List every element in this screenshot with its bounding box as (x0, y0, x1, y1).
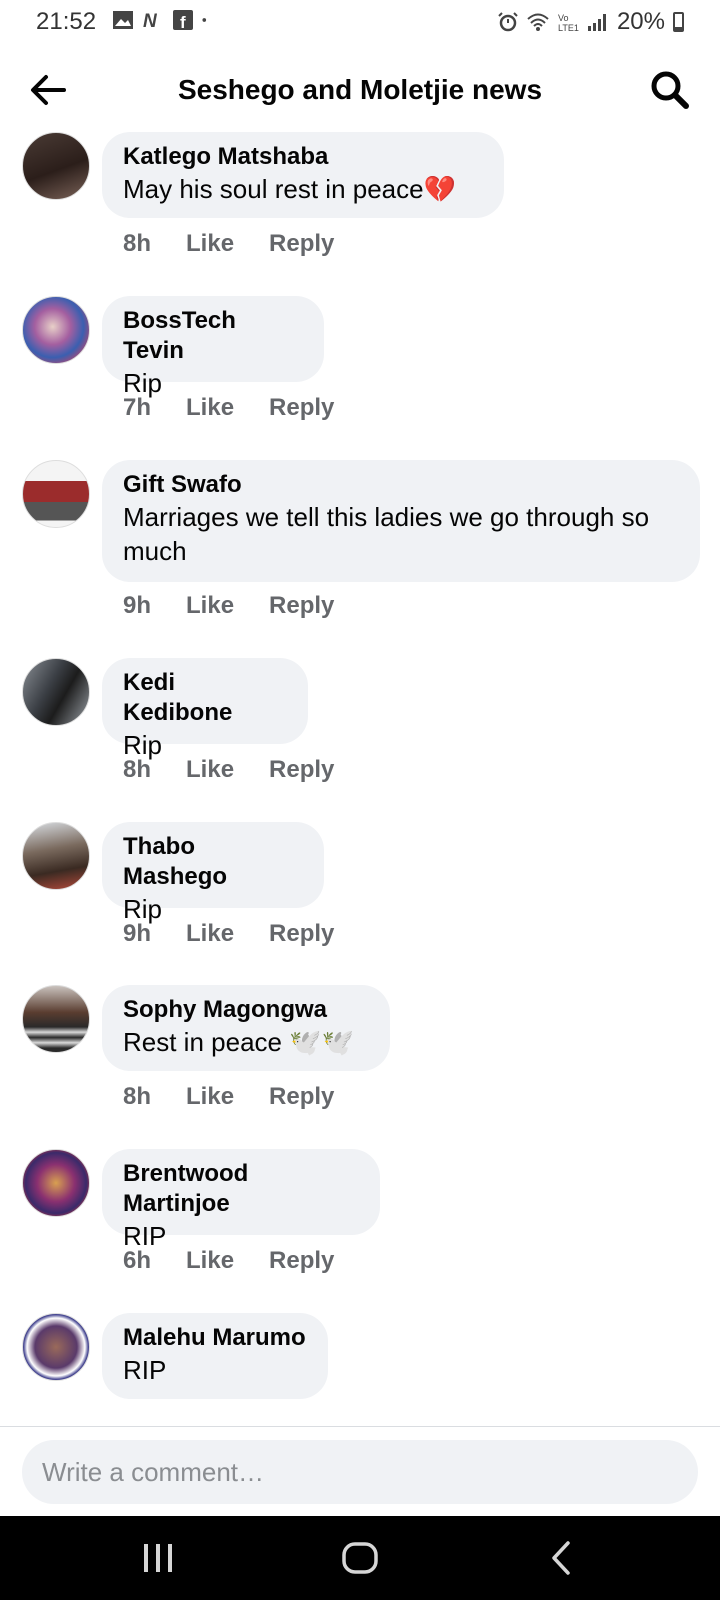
svg-text:f: f (180, 13, 186, 30)
reply-button[interactable]: Reply (269, 920, 334, 948)
comment-author[interactable]: Sophy Magongwa (123, 995, 368, 1025)
comment-actions: 7h Like Reply (123, 394, 334, 422)
comment-bubble[interactable]: Thabo Mashego Rip (102, 822, 324, 924)
gallery-icon (113, 11, 133, 29)
signal-icon (587, 14, 606, 31)
comment-bubble[interactable]: BossTech Tevin Rip (102, 296, 324, 398)
comment-actions: 8h Like Reply (123, 230, 334, 258)
like-button[interactable]: Like (186, 394, 234, 422)
reply-button[interactable]: Reply (269, 592, 334, 620)
comment-input[interactable] (22, 1440, 698, 1504)
comment-author[interactable]: Kedi Kedibone (123, 668, 286, 728)
avatar[interactable] (22, 296, 90, 364)
comment-actions: 9h Like Reply (123, 920, 334, 948)
status-bar: 21:52 N f Vo LTE1 20% (0, 0, 720, 46)
back-icon[interactable] (542, 1538, 582, 1578)
comment-author[interactable]: Gift Swafo (123, 470, 678, 500)
facebook-icon: f (173, 10, 193, 30)
status-time: 21:52 (36, 8, 97, 35)
search-icon[interactable] (650, 70, 690, 110)
reply-button[interactable]: Reply (269, 230, 334, 258)
like-button[interactable]: Like (186, 920, 234, 948)
reply-button[interactable]: Reply (269, 1247, 334, 1275)
composer-divider (0, 1426, 720, 1427)
comment-text: May his soul rest in peace💔 (123, 174, 456, 204)
battery-icon (673, 12, 684, 32)
top-app-bar: Seshego and Moletjie news (0, 62, 720, 118)
like-button[interactable]: Like (186, 1083, 234, 1111)
comment-time: 6h (123, 1247, 152, 1274)
comment-bubble[interactable]: Gift Swafo Marriages we tell this ladies… (102, 460, 700, 582)
comment-author[interactable]: BossTech Tevin (123, 306, 302, 366)
comment-bubble[interactable]: Katlego Matshaba May his soul rest in pe… (102, 132, 504, 218)
comment-bubble[interactable]: Kedi Kedibone Rip (102, 658, 308, 760)
comment-time: 8h (123, 756, 152, 783)
svg-text:N: N (143, 11, 158, 30)
volte-icon: VoLTE1 (558, 13, 579, 32)
comments-list[interactable]: Katlego Matshaba May his soul rest in pe… (0, 130, 720, 1426)
system-nav-bar (0, 1516, 720, 1600)
comment-author[interactable]: Thabo Mashego (123, 832, 302, 892)
comment-author[interactable]: Katlego Matshaba (123, 142, 482, 172)
avatar[interactable] (22, 1313, 90, 1381)
comment-actions: 9h Like Reply (123, 592, 334, 620)
system-icons: Vo LTE1 20% (497, 8, 684, 36)
comment-time: 9h (123, 920, 152, 947)
comment-text: RIP (123, 1355, 167, 1385)
like-button[interactable]: Like (186, 592, 234, 620)
battery-percent: 20% (616, 8, 665, 35)
comment-actions: 8h Like Reply (123, 1083, 334, 1111)
reply-button[interactable]: Reply (269, 1083, 334, 1111)
comment-text: Marriages we tell this ladies we go thro… (123, 502, 650, 566)
comment-author[interactable]: Brentwood Martinjoe (123, 1159, 358, 1219)
reply-button[interactable]: Reply (269, 756, 334, 784)
like-button[interactable]: Like (186, 1247, 234, 1275)
wifi-icon (527, 13, 549, 31)
svg-text:LTE1: LTE1 (558, 23, 579, 32)
comment-time: 8h (123, 1083, 152, 1110)
like-button[interactable]: Like (186, 756, 234, 784)
comment-actions: 6h Like Reply (123, 1247, 334, 1275)
avatar[interactable] (22, 985, 90, 1053)
avatar[interactable] (22, 460, 90, 528)
comment-bubble[interactable]: Sophy Magongwa Rest in peace 🕊️🕊️ (102, 985, 390, 1071)
avatar[interactable] (22, 822, 90, 890)
alarm-icon (498, 12, 518, 32)
recent-apps-icon[interactable] (138, 1538, 178, 1578)
reply-button[interactable]: Reply (269, 394, 334, 422)
avatar[interactable] (22, 1149, 90, 1217)
page-title: Seshego and Moletjie news (177, 74, 543, 105)
comment-text: Rest in peace 🕊️🕊️ (123, 1027, 354, 1057)
dot-icon (202, 18, 207, 22)
avatar[interactable] (22, 132, 90, 200)
comment-time: 8h (123, 230, 152, 257)
svg-text:Vo: Vo (558, 13, 569, 23)
comment-actions: 8h Like Reply (123, 756, 334, 784)
comment-bubble[interactable]: Brentwood Martinjoe RIP (102, 1149, 380, 1251)
comment-time: 9h (123, 592, 152, 619)
home-icon[interactable] (340, 1538, 380, 1578)
notification-icons: N f (112, 10, 212, 30)
n-app-icon: N (143, 11, 158, 30)
like-button[interactable]: Like (186, 230, 234, 258)
avatar[interactable] (22, 658, 90, 726)
comment-bubble[interactable]: Malehu Marumo RIP (102, 1313, 328, 1399)
comment-author[interactable]: Malehu Marumo (123, 1323, 306, 1353)
comment-time: 7h (123, 394, 152, 421)
